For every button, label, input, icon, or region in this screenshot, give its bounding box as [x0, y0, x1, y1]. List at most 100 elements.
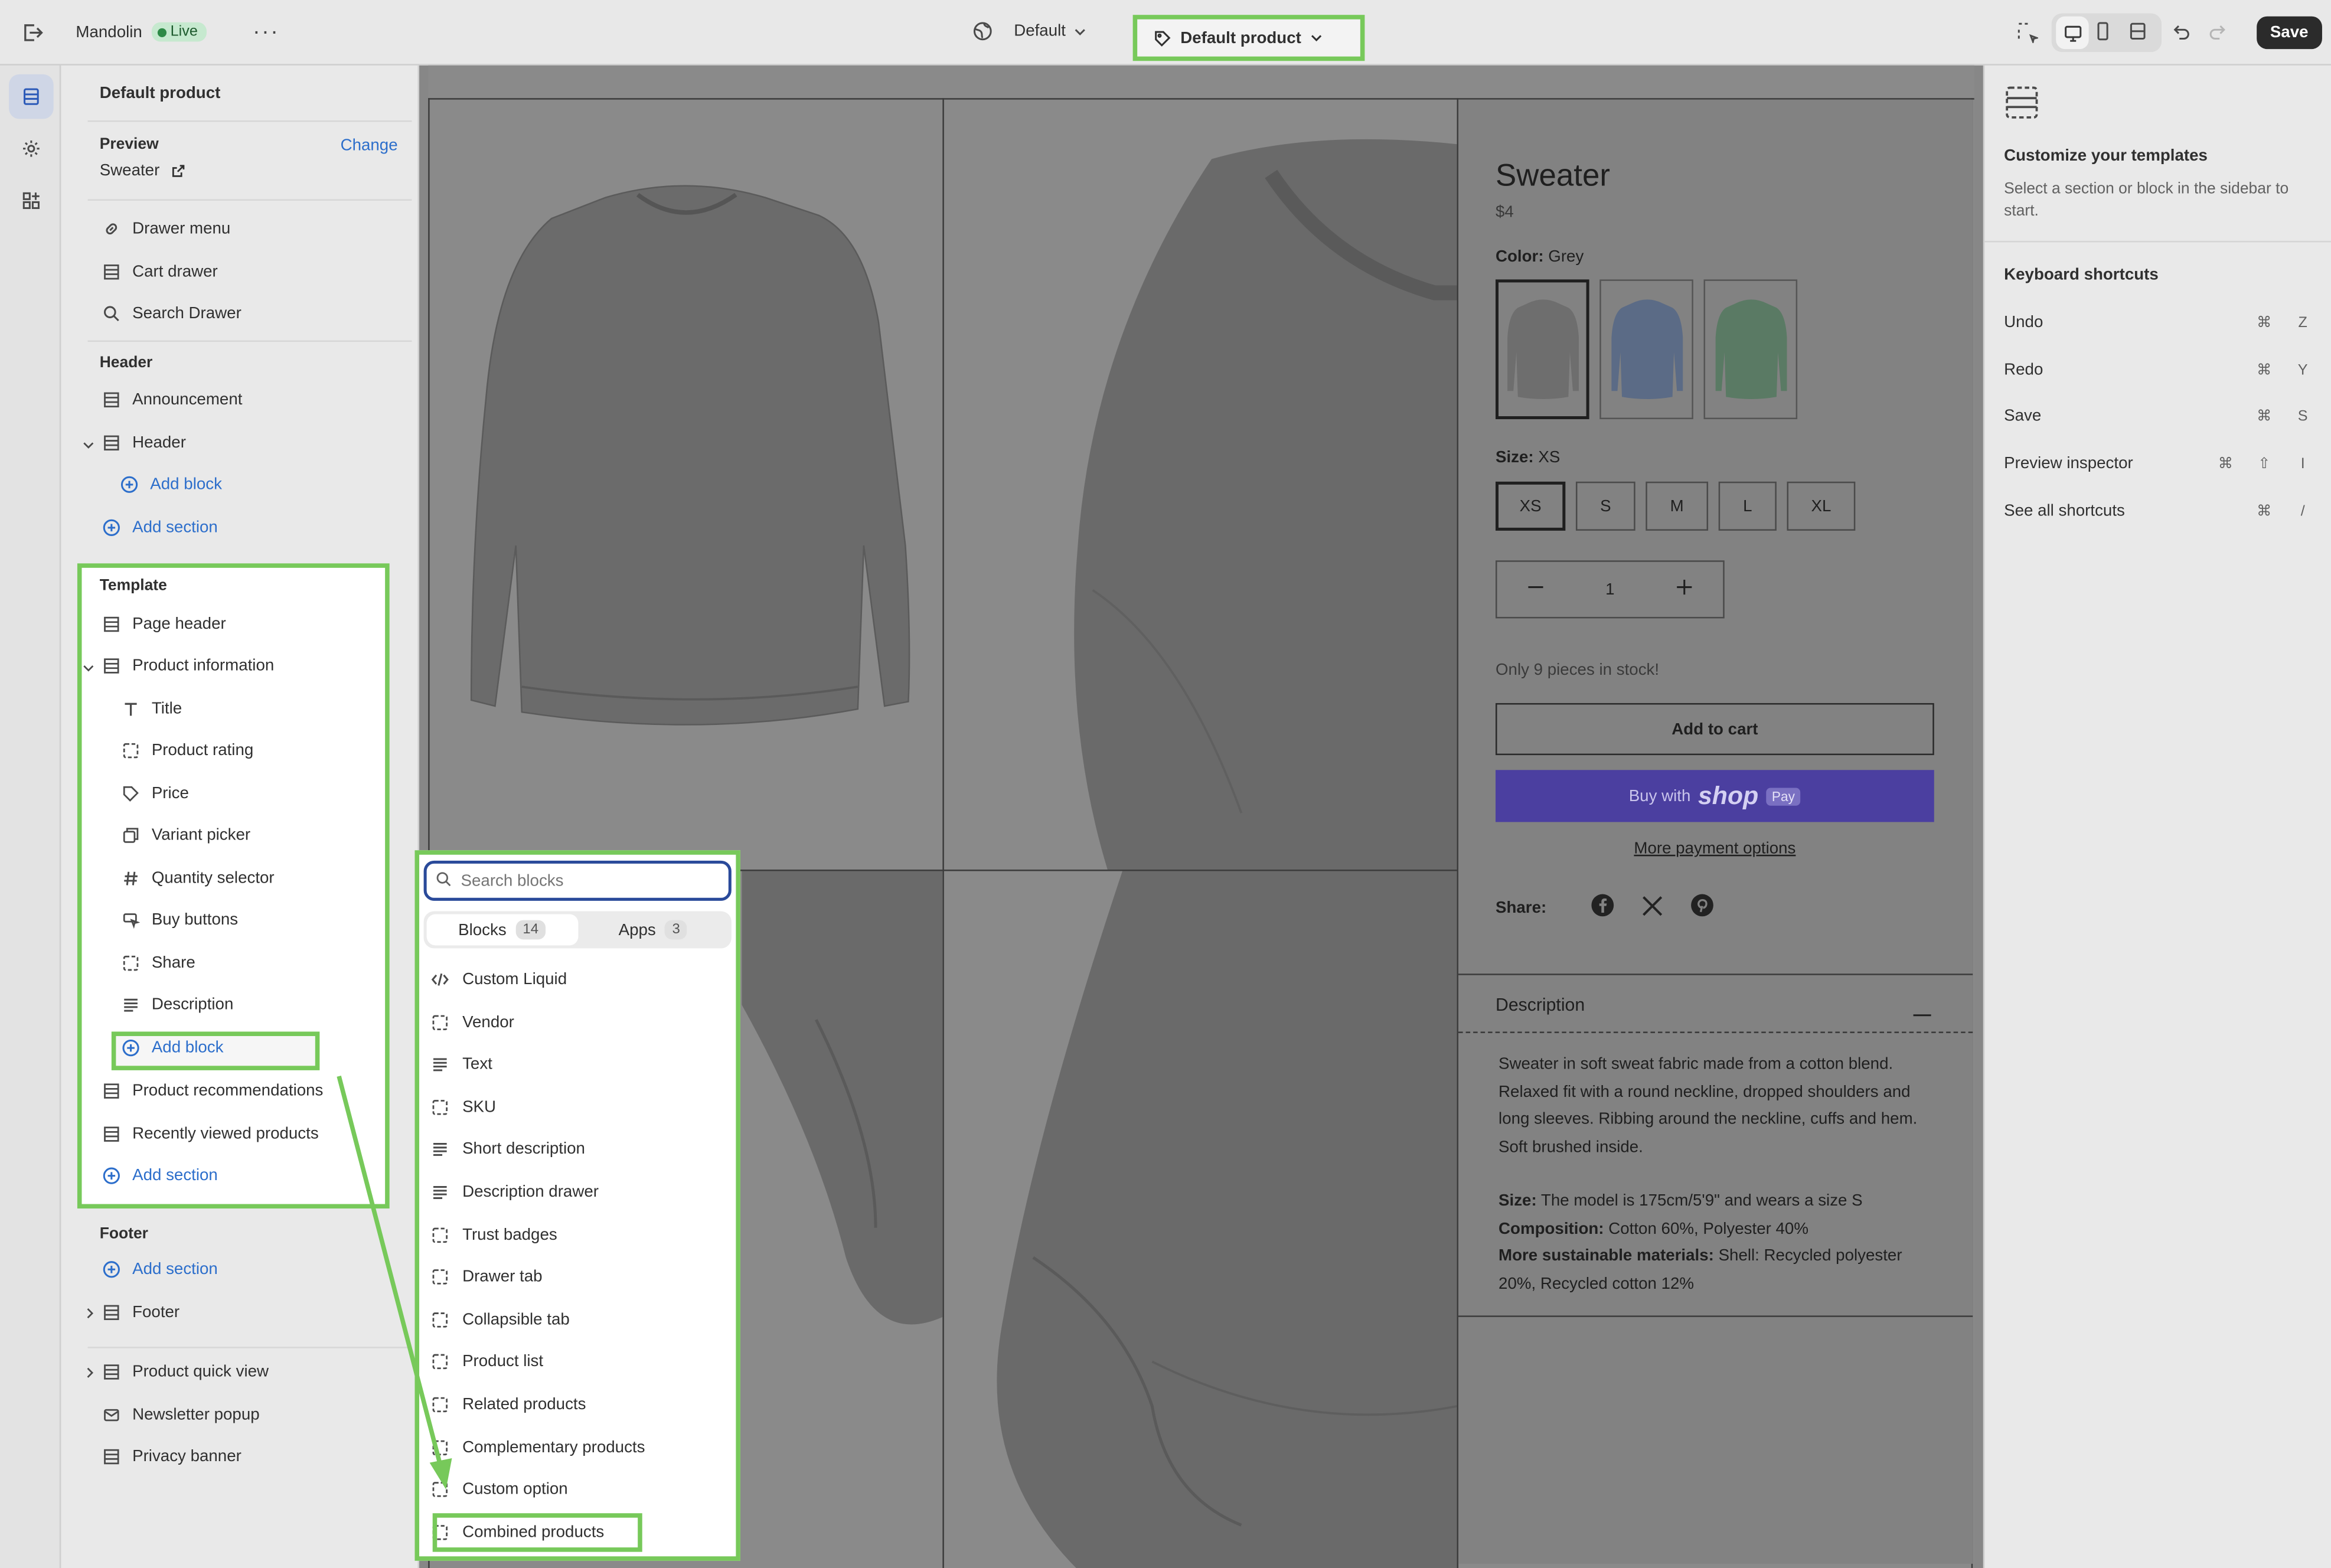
- block-item-buy-buttons[interactable]: Buy buttons: [122, 904, 238, 936]
- block-option-trust-badges[interactable]: Trust badges: [431, 1219, 557, 1251]
- inspector-icon[interactable]: [2016, 21, 2039, 44]
- fullscreen-icon[interactable]: [2127, 21, 2148, 41]
- template-selector[interactable]: Default product: [1132, 15, 1365, 61]
- block-option-sku[interactable]: SKU: [431, 1091, 496, 1123]
- block-option-description-drawer[interactable]: Description drawer: [431, 1176, 599, 1208]
- block-option-complementary-products[interactable]: Complementary products: [431, 1431, 645, 1464]
- template-add-section-button[interactable]: Add section: [103, 1159, 218, 1192]
- quantity-value[interactable]: 1: [1605, 580, 1614, 598]
- tab-apps[interactable]: Apps 3: [577, 914, 729, 946]
- hash-icon: [122, 870, 139, 887]
- size-option-l[interactable]: L: [1718, 481, 1777, 531]
- sidebar-item-newsletter-popup[interactable]: Newsletter popup: [103, 1399, 260, 1431]
- block-option-custom-option[interactable]: Custom option: [431, 1474, 568, 1506]
- product-image-detail-cuff[interactable]: [944, 871, 1457, 1568]
- tab-blocks[interactable]: Blocks 14: [426, 914, 578, 946]
- chevron-right-icon[interactable]: [83, 1306, 97, 1324]
- facebook-icon[interactable]: [1591, 893, 1615, 922]
- sidebar-item-search-drawer[interactable]: Search Drawer: [103, 298, 241, 330]
- footer-add-section-button[interactable]: Add section: [103, 1253, 218, 1286]
- sidebar-item-cart-drawer[interactable]: Cart drawer: [103, 256, 218, 288]
- plus-circle-icon: [103, 519, 120, 537]
- block-option-label: Text: [462, 1056, 492, 1074]
- settings-gear-icon[interactable]: [9, 126, 54, 171]
- mobile-view-icon[interactable]: [2093, 21, 2113, 41]
- section-icon: [103, 657, 120, 675]
- plus-icon[interactable]: [1675, 578, 1693, 600]
- sidebar-item-header[interactable]: Header: [103, 427, 186, 459]
- product-image-detail-collar[interactable]: [944, 100, 1457, 870]
- header-add-section-button[interactable]: Add section: [103, 511, 218, 544]
- block-item-title[interactable]: Title: [122, 692, 182, 725]
- block-item-share[interactable]: Share: [122, 947, 195, 979]
- description-accordion-header[interactable]: Description: [1458, 974, 1973, 1033]
- chevron-down-icon[interactable]: [81, 661, 95, 679]
- preview-product-link[interactable]: Sweater: [100, 155, 187, 187]
- sidebar-item-product-quick-view[interactable]: Product quick view: [103, 1355, 269, 1388]
- more-payment-options-link[interactable]: More payment options: [1496, 840, 1934, 858]
- size-option-xl[interactable]: XL: [1787, 481, 1856, 531]
- block-option-vendor[interactable]: Vendor: [431, 1006, 514, 1038]
- block-option-custom-liquid[interactable]: Custom Liquid: [431, 963, 567, 996]
- block-item-price[interactable]: Price: [122, 778, 189, 810]
- block-picker-popover: Blocks14 Apps3 Custom Liquid Vendor Text SK…: [414, 850, 740, 1561]
- theme-selector[interactable]: Default: [1014, 22, 1086, 40]
- sidebar-item-product-recommendations[interactable]: Product recommendations: [103, 1074, 323, 1107]
- color-swatch-grey[interactable]: [1496, 279, 1589, 420]
- header-add-block-button[interactable]: Add block: [120, 468, 222, 501]
- exit-icon[interactable]: [21, 21, 44, 44]
- shortcut-see-all[interactable]: See all shortcuts ⌘ /: [2004, 496, 2319, 526]
- text-t-icon: [122, 700, 139, 718]
- description-body: Sweater in soft sweat fabric made from a…: [1499, 1051, 1937, 1298]
- more-actions-icon[interactable]: ···: [253, 19, 279, 45]
- block-option-product-list[interactable]: Product list: [431, 1346, 543, 1378]
- block-item-description[interactable]: Description: [122, 988, 233, 1021]
- change-preview-link[interactable]: Change: [341, 137, 398, 155]
- color-swatch-green[interactable]: [1703, 279, 1798, 420]
- sidebar-item-footer[interactable]: Footer: [103, 1296, 179, 1329]
- undo-icon[interactable]: [2170, 21, 2191, 41]
- sidebar-item-page-header[interactable]: Page header: [103, 608, 226, 641]
- shop-pay-button[interactable]: Buy with shop Pay: [1496, 770, 1934, 822]
- sidebar-item-drawer-menu[interactable]: Drawer menu: [103, 213, 230, 245]
- product-title: Sweater: [1496, 159, 1611, 194]
- combined-products-highlight: [432, 1513, 642, 1552]
- block-option-short-description[interactable]: Short description: [431, 1133, 585, 1166]
- size-option-s[interactable]: S: [1575, 481, 1635, 531]
- block-item-quantity-selector[interactable]: Quantity selector: [122, 862, 275, 894]
- sidebar-item-recently-viewed[interactable]: Recently viewed products: [103, 1118, 319, 1150]
- sidebar-item-product-information[interactable]: Product information: [103, 649, 274, 682]
- sections-icon[interactable]: [9, 74, 54, 119]
- size-option-m[interactable]: M: [1646, 481, 1709, 531]
- sidebar-item-privacy-banner[interactable]: Privacy banner: [103, 1440, 241, 1473]
- shortcut-undo: Undo ⌘ Z: [2004, 313, 2307, 332]
- redo-icon[interactable]: [2208, 21, 2228, 41]
- shortcut-redo: Redo ⌘ Y: [2004, 361, 2308, 380]
- x-twitter-icon[interactable]: [1641, 894, 1664, 921]
- color-swatch-blue[interactable]: [1599, 279, 1693, 420]
- search-blocks-input[interactable]: [461, 871, 714, 890]
- collapse-minus-icon[interactable]: [1913, 1004, 1931, 1021]
- size-option-xs[interactable]: XS: [1496, 481, 1566, 531]
- pinterest-icon[interactable]: [1690, 893, 1714, 922]
- block-option-related-products[interactable]: Related products: [431, 1389, 586, 1421]
- chevron-right-icon[interactable]: [83, 1366, 97, 1384]
- add-to-cart-button[interactable]: Add to cart: [1496, 703, 1934, 756]
- sidebar-item-announcement[interactable]: Announcement: [103, 384, 242, 416]
- block-option-label: Custom option: [462, 1481, 568, 1499]
- save-button[interactable]: Save: [2257, 16, 2322, 50]
- block-option-collapsible-tab[interactable]: Collapsible tab: [431, 1304, 570, 1336]
- shortcut-save: Save ⌘ S: [2004, 407, 2308, 426]
- chevron-down-icon: [1073, 25, 1087, 38]
- apps-icon[interactable]: [9, 178, 54, 223]
- product-image-front[interactable]: [430, 100, 943, 870]
- desktop-view-icon[interactable]: [2056, 16, 2089, 50]
- minus-icon[interactable]: [1527, 578, 1545, 600]
- block-option-drawer-tab[interactable]: Drawer tab: [431, 1261, 543, 1293]
- block-option-text[interactable]: Text: [431, 1048, 492, 1081]
- block-item-variant-picker[interactable]: Variant picker: [122, 819, 250, 851]
- chevron-down-icon[interactable]: [81, 439, 95, 456]
- block-item-product-rating[interactable]: Product rating: [122, 734, 253, 767]
- block-icon: [431, 1268, 449, 1286]
- template-add-block-button[interactable]: Add block: [122, 1031, 223, 1064]
